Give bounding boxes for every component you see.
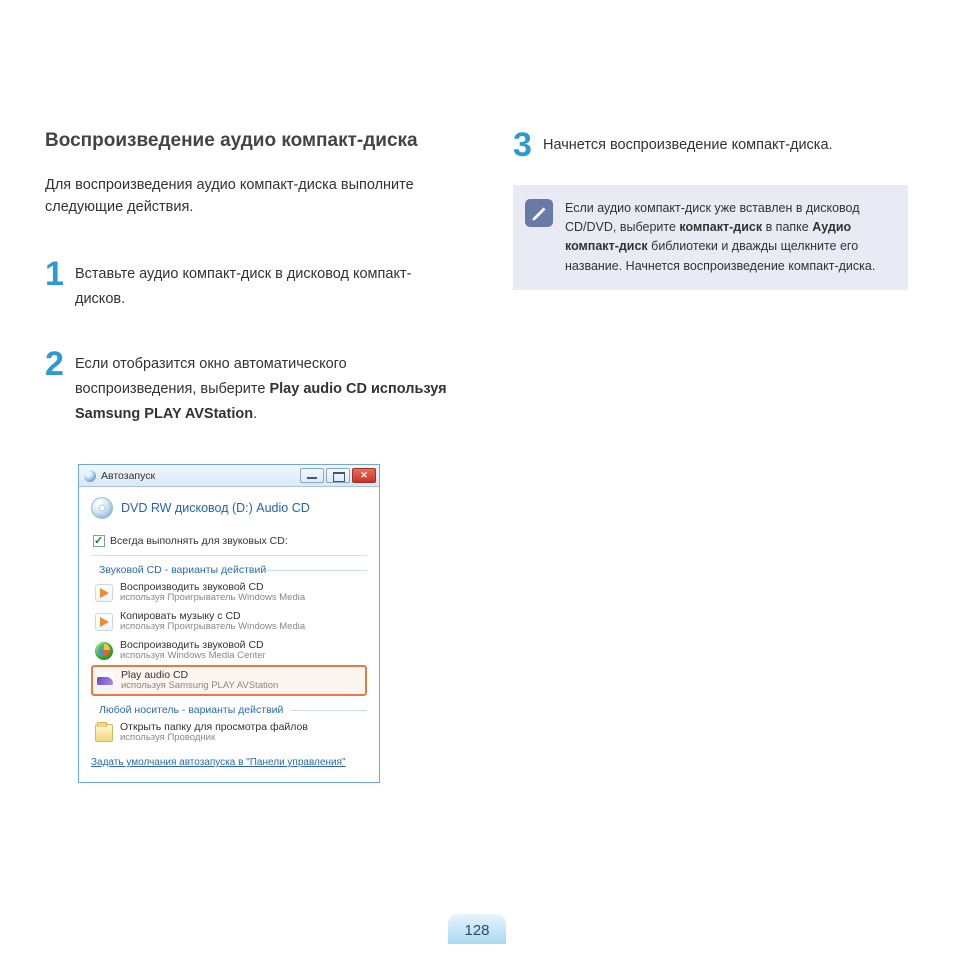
option-subtitle: используя Windows Media Center bbox=[120, 651, 266, 662]
option-subtitle: используя Проигрыватель Windows Media bbox=[120, 593, 305, 604]
option-subtitle: используя Samsung PLAY AVStation bbox=[121, 681, 278, 692]
note-box: Если аудио компакт-диск уже вставлен в д… bbox=[513, 185, 908, 291]
step-2: 2 Если отобразится окно автоматического … bbox=[45, 349, 455, 426]
window-titlebar: Автозапуск bbox=[79, 465, 379, 487]
step-number: 3 bbox=[513, 130, 535, 161]
disc-icon bbox=[91, 497, 113, 519]
window-title: Автозапуск bbox=[101, 470, 300, 482]
checkbox-icon[interactable] bbox=[93, 535, 105, 547]
step-number: 2 bbox=[45, 349, 67, 380]
step-text: Начнется воспроизведение компакт-диска. bbox=[543, 130, 833, 158]
intro-text: Для воспроизведения аудио компакт-диска … bbox=[45, 174, 455, 219]
maximize-button[interactable] bbox=[326, 468, 350, 483]
minimize-button[interactable] bbox=[300, 468, 324, 483]
disc-icon bbox=[84, 470, 96, 482]
play-icon bbox=[95, 584, 113, 602]
step-text: Если отобразится окно автоматического во… bbox=[75, 349, 455, 426]
group-label-any-media: Любой носитель - варианты действий bbox=[91, 696, 367, 718]
play-icon bbox=[95, 613, 113, 631]
group-label-audio: Звуковой CD - варианты действий bbox=[91, 556, 367, 578]
step-3: 3 Начнется воспроизведение компакт-диска… bbox=[513, 130, 908, 161]
checkbox-label: Всегда выполнять для звуковых CD: bbox=[110, 535, 288, 547]
control-panel-link[interactable]: Задать умолчания автозапуска в "Панели у… bbox=[91, 747, 367, 772]
avstation-icon bbox=[96, 672, 114, 690]
drive-label: DVD RW дисковод (D:) Audio CD bbox=[121, 501, 310, 515]
step-1: 1 Вставьте аудио компакт-диск в дисковод… bbox=[45, 259, 455, 311]
autoplay-option[interactable]: Воспроизводить звуковой CD используя Win… bbox=[91, 636, 367, 665]
always-checkbox-row[interactable]: Всегда выполнять для звуковых CD: bbox=[91, 533, 367, 556]
note-text: Если аудио компакт-диск уже вставлен в д… bbox=[565, 199, 892, 277]
autoplay-option-highlighted[interactable]: Play audio CD используя Samsung PLAY AVS… bbox=[91, 665, 367, 696]
page-number: 128 bbox=[464, 922, 489, 939]
section-heading: Воспроизведение аудио компакт-диска bbox=[45, 130, 455, 152]
step-number: 1 bbox=[45, 259, 67, 290]
autoplay-option[interactable]: Открыть папку для просмотра файлов испол… bbox=[91, 718, 367, 747]
close-button[interactable] bbox=[352, 468, 376, 483]
option-subtitle: используя Проводник bbox=[120, 733, 308, 744]
pencil-icon bbox=[525, 199, 553, 227]
folder-icon bbox=[95, 724, 113, 742]
option-subtitle: используя Проигрыватель Windows Media bbox=[120, 622, 305, 633]
step-text: Вставьте аудио компакт-диск в дисковод к… bbox=[75, 259, 455, 311]
page-number-badge: 128 bbox=[448, 914, 506, 944]
autoplay-option[interactable]: Копировать музыку с CD используя Проигры… bbox=[91, 607, 367, 636]
drive-row: DVD RW дисковод (D:) Audio CD bbox=[91, 497, 367, 533]
media-center-icon bbox=[95, 642, 113, 660]
autoplay-window: Автозапуск DVD RW дисковод (D:) Audio CD… bbox=[78, 464, 380, 783]
autoplay-option[interactable]: Воспроизводить звуковой CD используя Про… bbox=[91, 578, 367, 607]
